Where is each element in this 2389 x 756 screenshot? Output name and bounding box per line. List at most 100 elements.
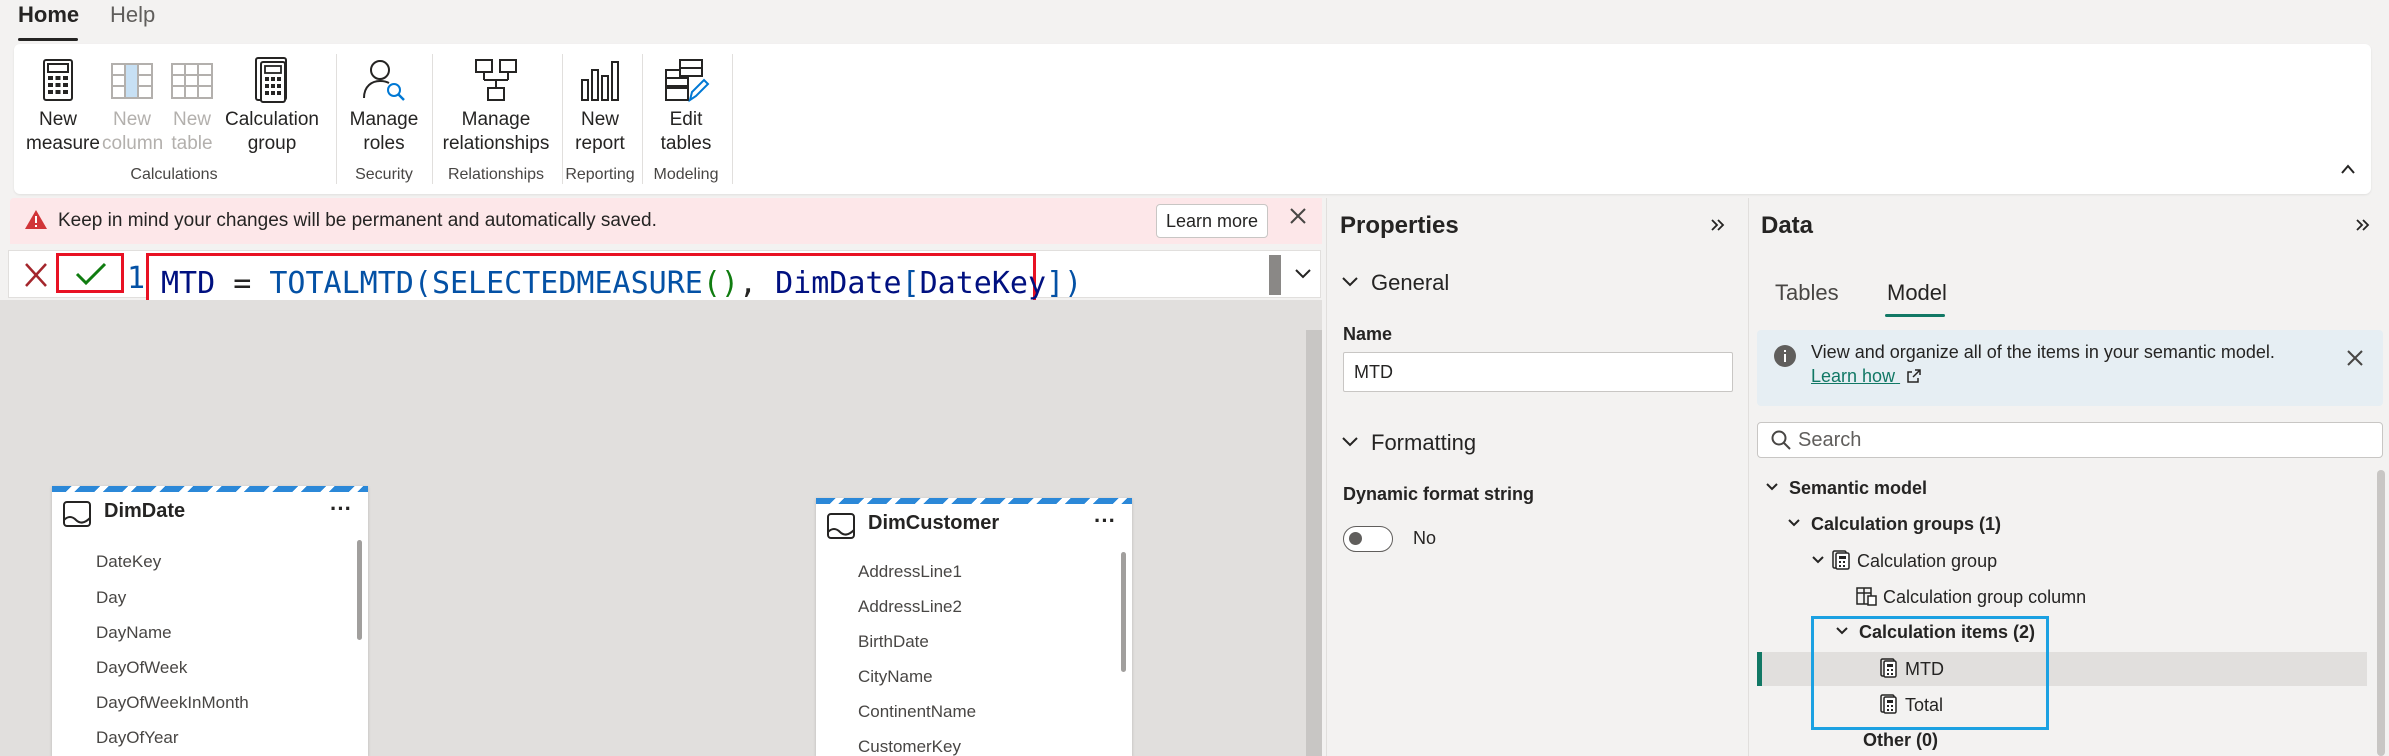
- checkmark-icon: [75, 262, 107, 286]
- field-item[interactable]: Day: [96, 588, 126, 608]
- new-report-button[interactable]: New report: [568, 56, 632, 156]
- collapse-ribbon-icon[interactable]: [2339, 162, 2357, 176]
- new-table-icon: [171, 63, 213, 99]
- bar-chart-icon: [581, 61, 619, 101]
- table-card-dimcustomer[interactable]: DimCustomer ··· AddressLine1 AddressLine…: [816, 498, 1132, 756]
- field-item[interactable]: CityName: [858, 667, 933, 687]
- tree-label: Calculation groups (1): [1811, 514, 2002, 534]
- dynamic-format-toggle[interactable]: [1343, 526, 1393, 552]
- field-item[interactable]: DayOfWeek: [96, 658, 187, 678]
- general-section-header[interactable]: General: [1341, 270, 1449, 296]
- manage-roles-button[interactable]: Manage roles: [344, 56, 424, 156]
- tree-calculation-group-column[interactable]: Calculation group column: [1855, 586, 2086, 608]
- data-pane: Data Tables Model View and organize all …: [1748, 198, 2389, 756]
- new-table-button[interactable]: New table: [166, 56, 218, 156]
- dynamic-format-value: No: [1413, 528, 1437, 548]
- learn-how-link[interactable]: Learn how: [1811, 366, 1922, 387]
- tab-help[interactable]: Help: [110, 2, 155, 28]
- tree-semantic-model[interactable]: Semantic model: [1765, 478, 1927, 499]
- manage-roles-label: Manage: [349, 109, 419, 130]
- tree-calculation-groups[interactable]: Calculation groups (1): [1787, 514, 2001, 535]
- calculator-icon: [43, 59, 73, 101]
- info-text: View and organize all of the items in yo…: [1811, 342, 2275, 362]
- tree-calculation-group[interactable]: Calculation group: [1811, 550, 1997, 572]
- tree-label: Calculation group: [1857, 551, 1998, 571]
- field-item[interactable]: DayOfWeekInMonth: [96, 693, 249, 713]
- inner-function-token: SELECTEDMEASURE: [431, 266, 703, 301]
- modeling-group-label: Modeling: [653, 166, 719, 183]
- close-icon[interactable]: [2345, 348, 2365, 368]
- field-item[interactable]: CustomerKey: [858, 737, 961, 756]
- table-card-title: DimDate: [104, 500, 186, 522]
- warning-icon: [25, 210, 47, 229]
- field-item[interactable]: DayName: [96, 623, 172, 643]
- calculation-items-highlight-box: [1811, 616, 2049, 730]
- selected-row-indicator: [1757, 652, 1762, 686]
- tab-home[interactable]: Home: [18, 2, 79, 28]
- formula-scrollbar[interactable]: [1269, 255, 1281, 295]
- more-options-icon[interactable]: ···: [1094, 508, 1116, 534]
- model-canvas[interactable]: DimDate ··· DateKey Day DayName DayOfWee…: [0, 300, 1322, 756]
- search-icon: [1771, 430, 1791, 450]
- data-title: Data: [1761, 212, 1814, 239]
- close-icon[interactable]: [1288, 206, 1308, 226]
- properties-pane: Properties General Name MTD Formatting D…: [1326, 198, 1744, 756]
- more-options-icon[interactable]: ···: [330, 496, 352, 522]
- calculation-group-icon: [1832, 550, 1850, 570]
- search-input[interactable]: [1798, 423, 2368, 457]
- formatting-section-header[interactable]: Formatting: [1341, 430, 1476, 456]
- collapse-pane-icon[interactable]: [1710, 218, 1726, 232]
- column-icon: [1856, 587, 1877, 606]
- new-column-button[interactable]: New column: [102, 56, 164, 156]
- tree-other[interactable]: Other (0): [1863, 730, 1938, 751]
- chevron-down-icon: [1342, 277, 1358, 287]
- function-token: TOTALMTD: [269, 266, 414, 301]
- bracket-token: [: [901, 266, 920, 301]
- calculation-group-button[interactable]: Calculation group: [222, 56, 322, 156]
- dax-formula-text: MTD = TOTALMTD(SELECTEDMEASURE(), DimDat…: [161, 266, 1082, 301]
- new-column-icon: [111, 63, 153, 99]
- security-group-label: Security: [355, 166, 413, 183]
- canvas-scrollbar[interactable]: [1306, 330, 1322, 756]
- table-card-stripe: [816, 498, 1132, 504]
- manage-relationships-button[interactable]: Manage relationships: [438, 56, 554, 156]
- field-item[interactable]: DayOfYear: [96, 728, 179, 748]
- field-item[interactable]: BirthDate: [858, 632, 929, 652]
- ribbon-separator: [336, 54, 337, 184]
- field-item[interactable]: AddressLine1: [858, 562, 962, 582]
- new-column-label-2: column: [102, 133, 164, 154]
- tab-tables[interactable]: Tables: [1775, 280, 1839, 306]
- edit-tables-label: Edit: [669, 109, 703, 130]
- table-icon: [63, 501, 91, 527]
- tab-model[interactable]: Model: [1887, 280, 1947, 306]
- formula-bar: 1 MTD = TOTALMTD(SELECTEDMEASURE(), DimD…: [8, 250, 1321, 309]
- field-item[interactable]: AddressLine2: [858, 597, 962, 617]
- commit-formula-button[interactable]: [56, 253, 124, 293]
- edit-tables-icon: [665, 59, 710, 103]
- field-item[interactable]: DateKey: [96, 552, 161, 572]
- dynamic-format-label: Dynamic format string: [1343, 484, 1535, 504]
- chevron-down-icon[interactable]: [1293, 267, 1313, 281]
- warning-text: Keep in mind your changes will be perman…: [58, 210, 657, 231]
- learn-more-button[interactable]: Learn more: [1156, 204, 1268, 238]
- field-item[interactable]: ContinentName: [858, 702, 976, 722]
- active-tab-indicator: [18, 38, 78, 41]
- manage-relationships-label-2: relationships: [442, 133, 550, 154]
- new-measure-button[interactable]: New measure: [26, 56, 100, 156]
- calculations-group-label: Calculations: [130, 166, 218, 183]
- table-card-scrollbar[interactable]: [1121, 552, 1126, 672]
- measure-name-token: MTD: [161, 266, 216, 301]
- table-card-scrollbar[interactable]: [357, 540, 362, 640]
- ribbon-separator: [732, 54, 733, 184]
- edit-tables-button[interactable]: Edit tables: [648, 56, 724, 156]
- name-input[interactable]: MTD: [1343, 352, 1733, 392]
- cancel-formula-icon[interactable]: [23, 261, 49, 289]
- manage-roles-label-2: roles: [363, 133, 405, 154]
- line-number: 1: [127, 261, 146, 296]
- data-pane-scrollbar[interactable]: [2377, 470, 2385, 756]
- calculation-group-icon: [255, 57, 287, 103]
- table-card-dimdate[interactable]: DimDate ··· DateKey Day DayName DayOfWee…: [52, 486, 368, 756]
- ribbon: New measure New column New table Calcula…: [14, 44, 2371, 194]
- properties-title: Properties: [1340, 212, 1459, 239]
- collapse-pane-icon[interactable]: [2355, 218, 2371, 232]
